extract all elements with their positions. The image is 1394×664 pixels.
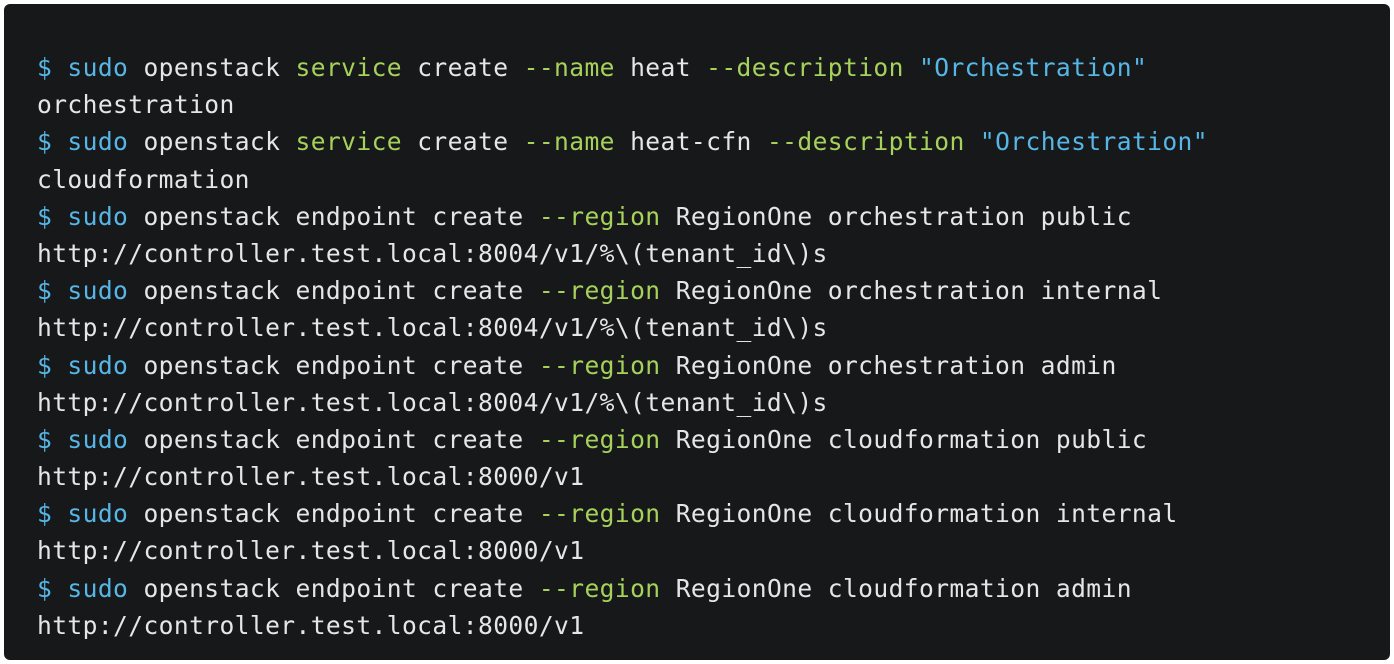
code-line: $ sudo openstack endpoint create --regio… <box>37 495 1208 532</box>
sudo-keyword: sudo <box>67 424 129 454</box>
sudo-keyword: sudo <box>67 53 129 82</box>
sudo-keyword: sudo <box>67 201 129 231</box>
code-token: create <box>401 127 524 157</box>
code-token: cloudformation <box>37 164 250 194</box>
code-block: $ sudo openstack service create --name h… <box>4 4 1390 660</box>
code-token: http://controller.test.local:8000/v1 <box>37 462 585 492</box>
code-token: heat <box>614 53 707 82</box>
code-token: openstack endpoint create <box>128 499 539 529</box>
code-token: RegionOne cloudformation internal <box>660 499 1178 529</box>
code-line: http://controller.test.local:8000/v1 <box>37 532 1208 569</box>
code-line: $ sudo openstack endpoint create --regio… <box>37 272 1208 309</box>
sudo-keyword: sudo <box>67 499 129 529</box>
command-flag: --name <box>523 53 615 82</box>
sudo-keyword: sudo <box>67 276 129 306</box>
code-token: http://controller.test.local:8004/v1/%\(… <box>37 313 828 343</box>
code-line: http://controller.test.local:8004/v1/%\(… <box>37 235 1208 272</box>
code-line: http://controller.test.local:8004/v1/%\(… <box>37 384 1208 421</box>
string-literal: "Orchestration" <box>919 53 1148 82</box>
code-token: openstack endpoint create <box>128 201 539 231</box>
command-flag: --description <box>706 53 904 82</box>
code-line: $ sudo openstack endpoint create --regio… <box>37 421 1208 458</box>
code-token: openstack <box>128 53 296 82</box>
code-line: $ sudo openstack endpoint create --regio… <box>37 198 1208 235</box>
code-token: openstack endpoint create <box>128 573 539 603</box>
code-line: $ sudo openstack service create --name h… <box>37 49 1208 86</box>
sudo-keyword: sudo <box>67 573 129 603</box>
code-token: openstack <box>128 127 296 157</box>
shell-prompt: $ <box>37 350 68 380</box>
code-line: cloudformation <box>37 161 1208 198</box>
command-flag: --description <box>766 127 965 157</box>
shell-prompt: $ <box>37 127 68 157</box>
command-flag: --region <box>538 424 661 454</box>
code-token: http://controller.test.local:8000/v1 <box>37 610 585 640</box>
code-content: $ sudo openstack service create --name h… <box>37 49 1208 644</box>
command-flag: --region <box>538 499 661 529</box>
code-token: heat-cfn <box>614 127 767 157</box>
shell-prompt: $ <box>37 276 68 306</box>
command-flag: --name <box>523 127 615 157</box>
shell-prompt: $ <box>37 53 68 82</box>
code-token: openstack endpoint create <box>128 350 539 380</box>
code-token: http://controller.test.local:8004/v1/%\(… <box>37 387 828 417</box>
code-line: http://controller.test.local:8000/v1 <box>37 607 1208 644</box>
code-token: RegionOne cloudformation public <box>660 424 1148 454</box>
command-flag: service <box>295 53 402 82</box>
code-token: http://controller.test.local:8000/v1 <box>37 536 585 566</box>
code-line: orchestration <box>37 86 1208 123</box>
code-token: RegionOne orchestration internal <box>660 276 1163 306</box>
command-flag: --region <box>538 201 661 231</box>
command-flag: --region <box>538 276 661 306</box>
code-token: RegionOne orchestration admin <box>660 350 1117 380</box>
code-token: create <box>401 53 524 82</box>
code-token: http://controller.test.local:8004/v1/%\(… <box>37 238 828 268</box>
shell-prompt: $ <box>37 573 68 603</box>
code-line: http://controller.test.local:8004/v1/%\(… <box>37 309 1208 346</box>
code-line: $ sudo openstack service create --name h… <box>37 123 1208 160</box>
code-token: RegionOne cloudformation admin <box>660 573 1132 603</box>
code-token: RegionOne orchestration public <box>660 201 1132 231</box>
shell-prompt: $ <box>37 424 68 454</box>
code-token: openstack endpoint create <box>128 276 539 306</box>
code-line: $ sudo openstack endpoint create --regio… <box>37 347 1208 384</box>
shell-prompt: $ <box>37 201 68 231</box>
command-flag: --region <box>538 573 661 603</box>
command-flag: --region <box>538 350 661 380</box>
code-token: orchestration <box>37 90 235 120</box>
shell-prompt: $ <box>37 499 68 529</box>
code-token: openstack endpoint create <box>128 424 539 454</box>
sudo-keyword: sudo <box>67 350 129 380</box>
code-line: http://controller.test.local:8000/v1 <box>37 458 1208 495</box>
command-flag: service <box>295 127 402 157</box>
sudo-keyword: sudo <box>67 127 129 157</box>
string-literal: "Orchestration" <box>979 127 1208 157</box>
code-line: $ sudo openstack endpoint create --regio… <box>37 570 1208 607</box>
